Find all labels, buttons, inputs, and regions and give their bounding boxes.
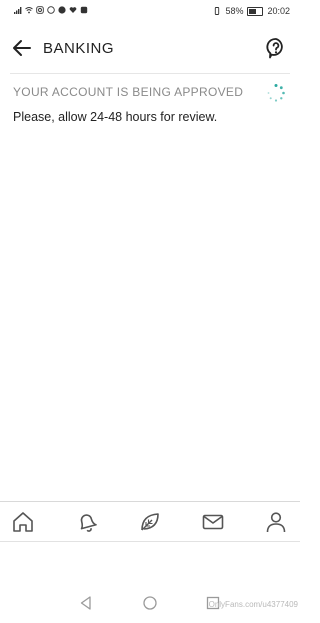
status-bar: 58% 20:02 (0, 0, 300, 24)
mail-icon[interactable] (200, 509, 226, 535)
header-divider (10, 73, 290, 74)
watermark: OnlyFans.com/u4377409 (208, 600, 298, 609)
arrow-left-icon[interactable] (10, 36, 34, 60)
page-title: BANKING (43, 40, 115, 57)
status-icons-right: 58% 20:02 (213, 6, 290, 16)
question-bubble-icon[interactable] (264, 36, 288, 60)
vibrate-icon (215, 7, 220, 15)
bottom-nav (0, 502, 300, 542)
wifi-icon (25, 7, 33, 14)
home-circle-icon[interactable] (142, 595, 158, 611)
bottom-nav-bottom-divider (0, 541, 300, 542)
leaf-icon[interactable] (137, 509, 163, 535)
facebook-icon (58, 6, 66, 14)
heart-icon (69, 7, 77, 13)
signal-icon (14, 7, 22, 14)
battery-percent: 58% (225, 6, 244, 16)
instagram-icon (36, 6, 44, 14)
approval-message: Please, allow 24-48 hours for review. (13, 110, 218, 124)
bell-icon[interactable] (74, 509, 100, 535)
loading-spinner-icon (267, 84, 285, 102)
approval-heading: YOUR ACCOUNT IS BEING APPROVED (13, 85, 244, 99)
app-bar: BANKING (0, 28, 300, 68)
whatsapp-icon (47, 6, 55, 14)
app-icon (80, 6, 88, 14)
clock: 20:02 (267, 6, 290, 16)
battery-icon (247, 6, 264, 16)
home-icon[interactable] (10, 509, 36, 535)
user-icon[interactable] (263, 509, 289, 535)
status-icons-left (14, 6, 88, 14)
back-triangle-icon[interactable] (78, 595, 94, 611)
